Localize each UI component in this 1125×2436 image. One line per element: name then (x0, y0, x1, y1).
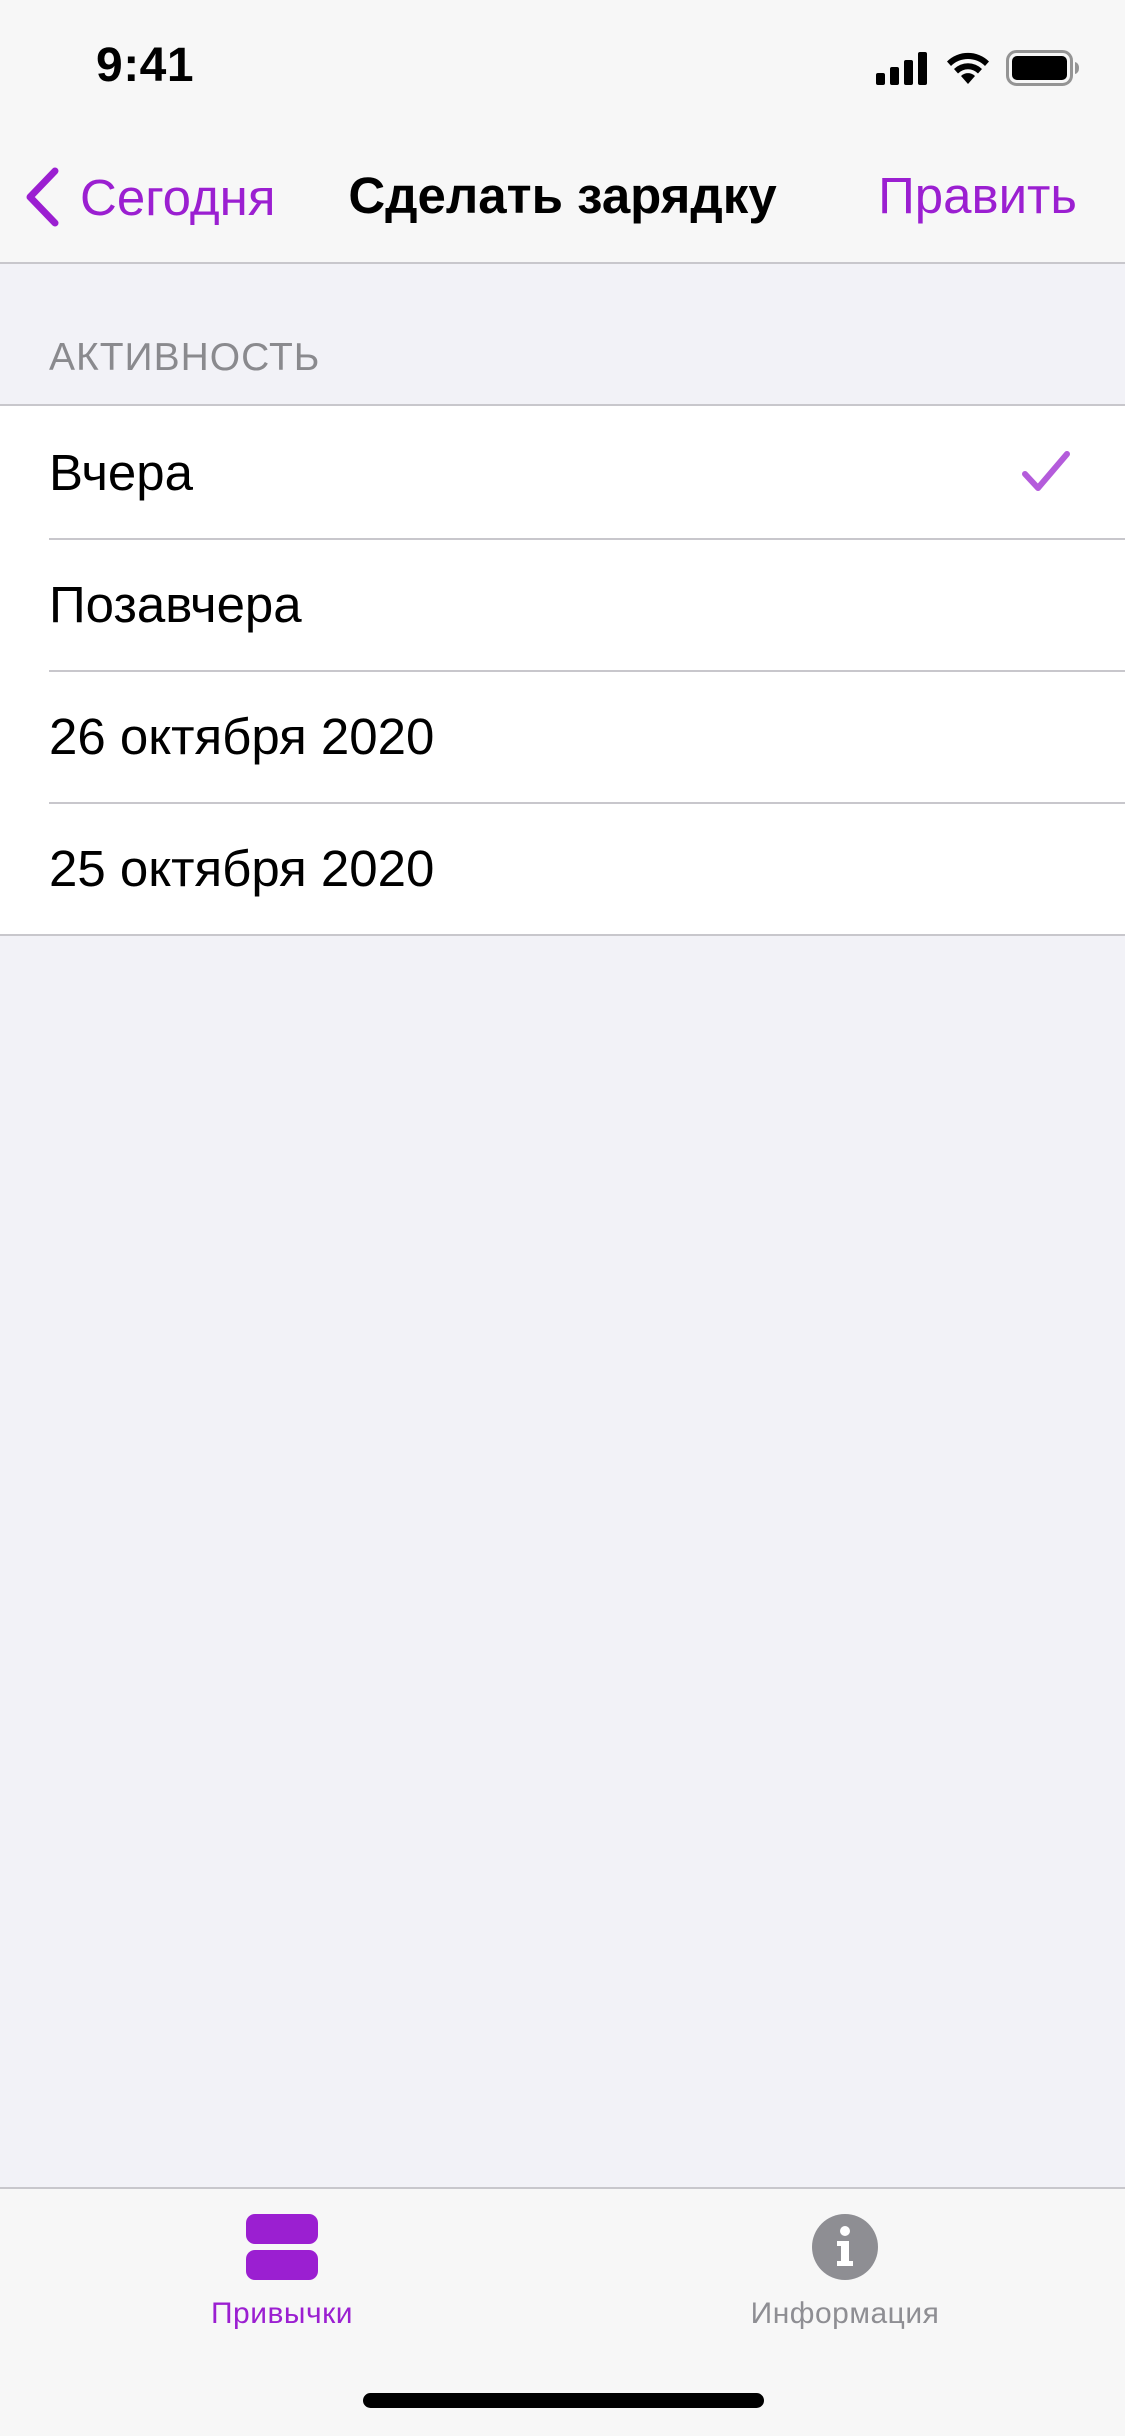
list-item[interactable]: 25 октября 2020 (0, 802, 1125, 934)
section-header: АКТИВНОСТЬ (49, 336, 321, 379)
activity-list: Вчера Позавчера 26 октября 2020 25 октяб… (0, 404, 1125, 936)
home-indicator[interactable] (363, 2393, 764, 2408)
habits-icon (246, 2207, 318, 2287)
chevron-left-icon (22, 166, 62, 228)
status-icons (876, 49, 1080, 91)
navigation-bar: Сегодня Сделать зарядку Править (0, 132, 1125, 264)
list-item-label: 26 октября 2020 (49, 707, 435, 765)
tab-info-label: Информация (750, 2297, 940, 2330)
list-item-label: 25 октября 2020 (49, 839, 435, 897)
list-item-label: Позавчера (49, 575, 302, 633)
tab-info[interactable]: Информация (695, 2207, 995, 2331)
status-bar: 9:41 (0, 0, 1125, 132)
list-item[interactable]: Позавчера (0, 538, 1125, 670)
back-button-label: Сегодня (80, 168, 276, 226)
list-item[interactable]: Вчера (0, 406, 1125, 538)
checkmark-icon (1021, 450, 1071, 499)
battery-icon (1006, 49, 1080, 91)
tab-habits[interactable]: Привычки (132, 2207, 432, 2331)
back-button[interactable]: Сегодня (22, 162, 275, 232)
list-item[interactable]: 26 октября 2020 (0, 670, 1125, 802)
signal-icon (876, 51, 930, 90)
screen: 9:41 Сегодня Сделать зарядку Править АКТ… (0, 0, 1125, 2436)
info-icon (811, 2207, 879, 2287)
tab-habits-label: Привычки (210, 2297, 354, 2330)
status-time: 9:41 (96, 39, 195, 92)
list-item-label: Вчера (49, 443, 193, 501)
wifi-icon (944, 50, 992, 91)
edit-button[interactable]: Править (878, 166, 1077, 225)
